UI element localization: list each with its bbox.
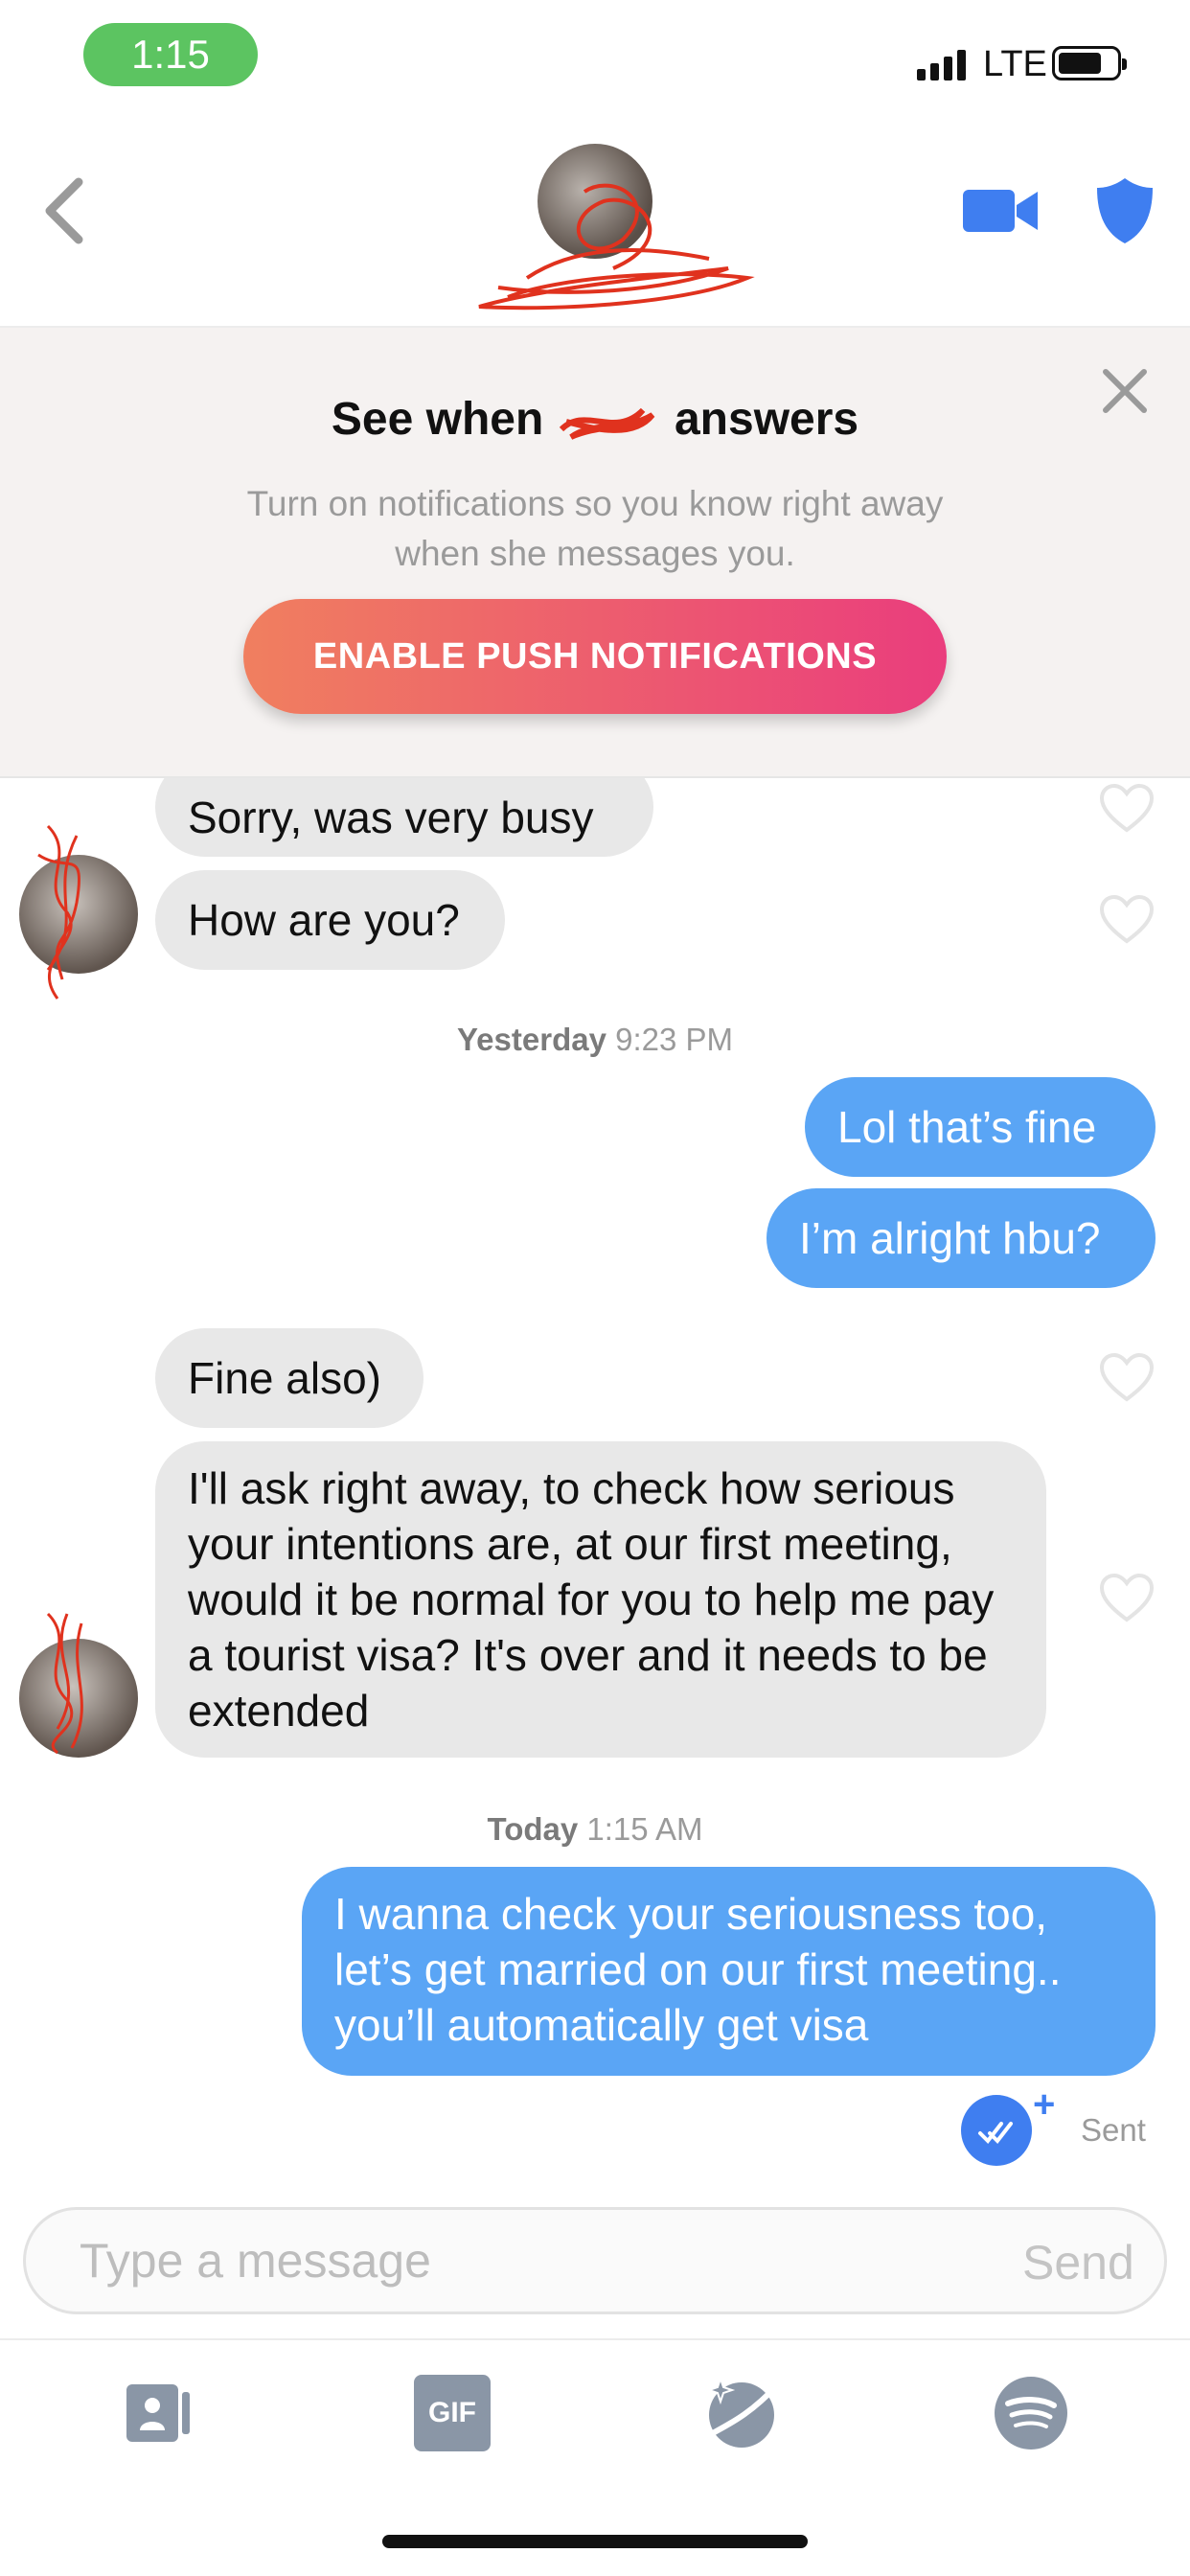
message-bubble-outgoing[interactable]: Lol that’s fine xyxy=(805,1077,1156,1177)
message-text: I wanna check your seriousness too, let’… xyxy=(334,1889,1062,2050)
sender-avatar[interactable] xyxy=(19,1639,138,1758)
gif-button[interactable]: GIF xyxy=(414,2375,491,2451)
message-text: How are you? xyxy=(188,895,460,945)
message-text: I'll ask right away, to check how seriou… xyxy=(188,1463,995,1736)
banner-title: See when answers xyxy=(0,393,1190,446)
message-composer: Send xyxy=(23,2207,1167,2314)
read-receipt-plus: + xyxy=(1033,2083,1056,2126)
sparkle-planet-icon[interactable] xyxy=(703,2375,780,2451)
network-type: LTE xyxy=(983,44,1047,84)
heart-icon[interactable] xyxy=(1099,1353,1155,1403)
heart-icon[interactable] xyxy=(1099,895,1155,945)
contact-card-icon[interactable] xyxy=(121,2375,197,2451)
redacted-name xyxy=(557,401,662,443)
message-bubble-incoming[interactable]: How are you? xyxy=(155,870,505,970)
message-bubble-outgoing[interactable]: I wanna check your seriousness too, let’… xyxy=(302,1867,1156,2076)
shield-icon[interactable] xyxy=(1095,174,1155,245)
timestamp-divider: Yesterday 9:23 PM xyxy=(0,1022,1190,1058)
timestamp-day: Yesterday xyxy=(456,1022,606,1057)
status-bar: 1:15 LTE xyxy=(0,0,1190,115)
timestamp-time: 1:15 AM xyxy=(586,1811,703,1847)
banner-title-end: answers xyxy=(674,394,859,445)
home-indicator[interactable] xyxy=(382,2535,808,2548)
timestamp-time: 9:23 PM xyxy=(615,1022,734,1057)
message-bubble-incoming[interactable]: Sorry, was very busy xyxy=(155,778,653,857)
heart-icon[interactable] xyxy=(1099,784,1155,834)
banner-description: Turn on notifications so you know right … xyxy=(246,484,944,573)
message-text: I’m alright hbu? xyxy=(799,1213,1101,1263)
read-receipt-icon[interactable] xyxy=(961,2095,1032,2166)
message-bubble-outgoing[interactable]: I’m alright hbu? xyxy=(767,1188,1156,1288)
status-time: 1:15 xyxy=(83,23,258,86)
message-thread[interactable]: Sorry, was very busy How are you? Yester… xyxy=(0,778,1190,2204)
heart-icon[interactable] xyxy=(1099,1574,1155,1623)
message-input[interactable] xyxy=(80,2210,942,2312)
battery-icon xyxy=(1052,46,1127,80)
delivery-status: Sent xyxy=(1081,2112,1146,2148)
message-text: Sorry, was very busy xyxy=(188,793,594,842)
chevron-left-icon[interactable] xyxy=(36,172,94,249)
chat-header xyxy=(0,115,1190,328)
sender-avatar[interactable] xyxy=(19,855,138,974)
match-avatar[interactable] xyxy=(538,144,652,259)
spotify-icon[interactable] xyxy=(993,2375,1069,2451)
signal-icon xyxy=(917,50,966,80)
timestamp-divider: Today 1:15 AM xyxy=(0,1811,1190,1848)
timestamp-day: Today xyxy=(487,1811,579,1847)
bottom-toolbar: GIF xyxy=(0,2338,1190,2482)
message-bubble-incoming[interactable]: Fine also) xyxy=(155,1328,423,1428)
gif-icon: GIF xyxy=(428,2397,476,2428)
message-text: Lol that’s fine xyxy=(837,1102,1097,1152)
enable-push-notifications-button[interactable]: ENABLE PUSH NOTIFICATIONS xyxy=(243,599,947,714)
video-camera-icon[interactable] xyxy=(961,182,1040,240)
message-bubble-incoming[interactable]: I'll ask right away, to check how seriou… xyxy=(155,1441,1046,1758)
banner-title-start: See when xyxy=(331,394,544,445)
push-notification-banner: See when answers Turn on notifications s… xyxy=(0,328,1190,778)
send-button[interactable]: Send xyxy=(1022,2235,1134,2290)
message-text: Fine also) xyxy=(188,1353,381,1403)
